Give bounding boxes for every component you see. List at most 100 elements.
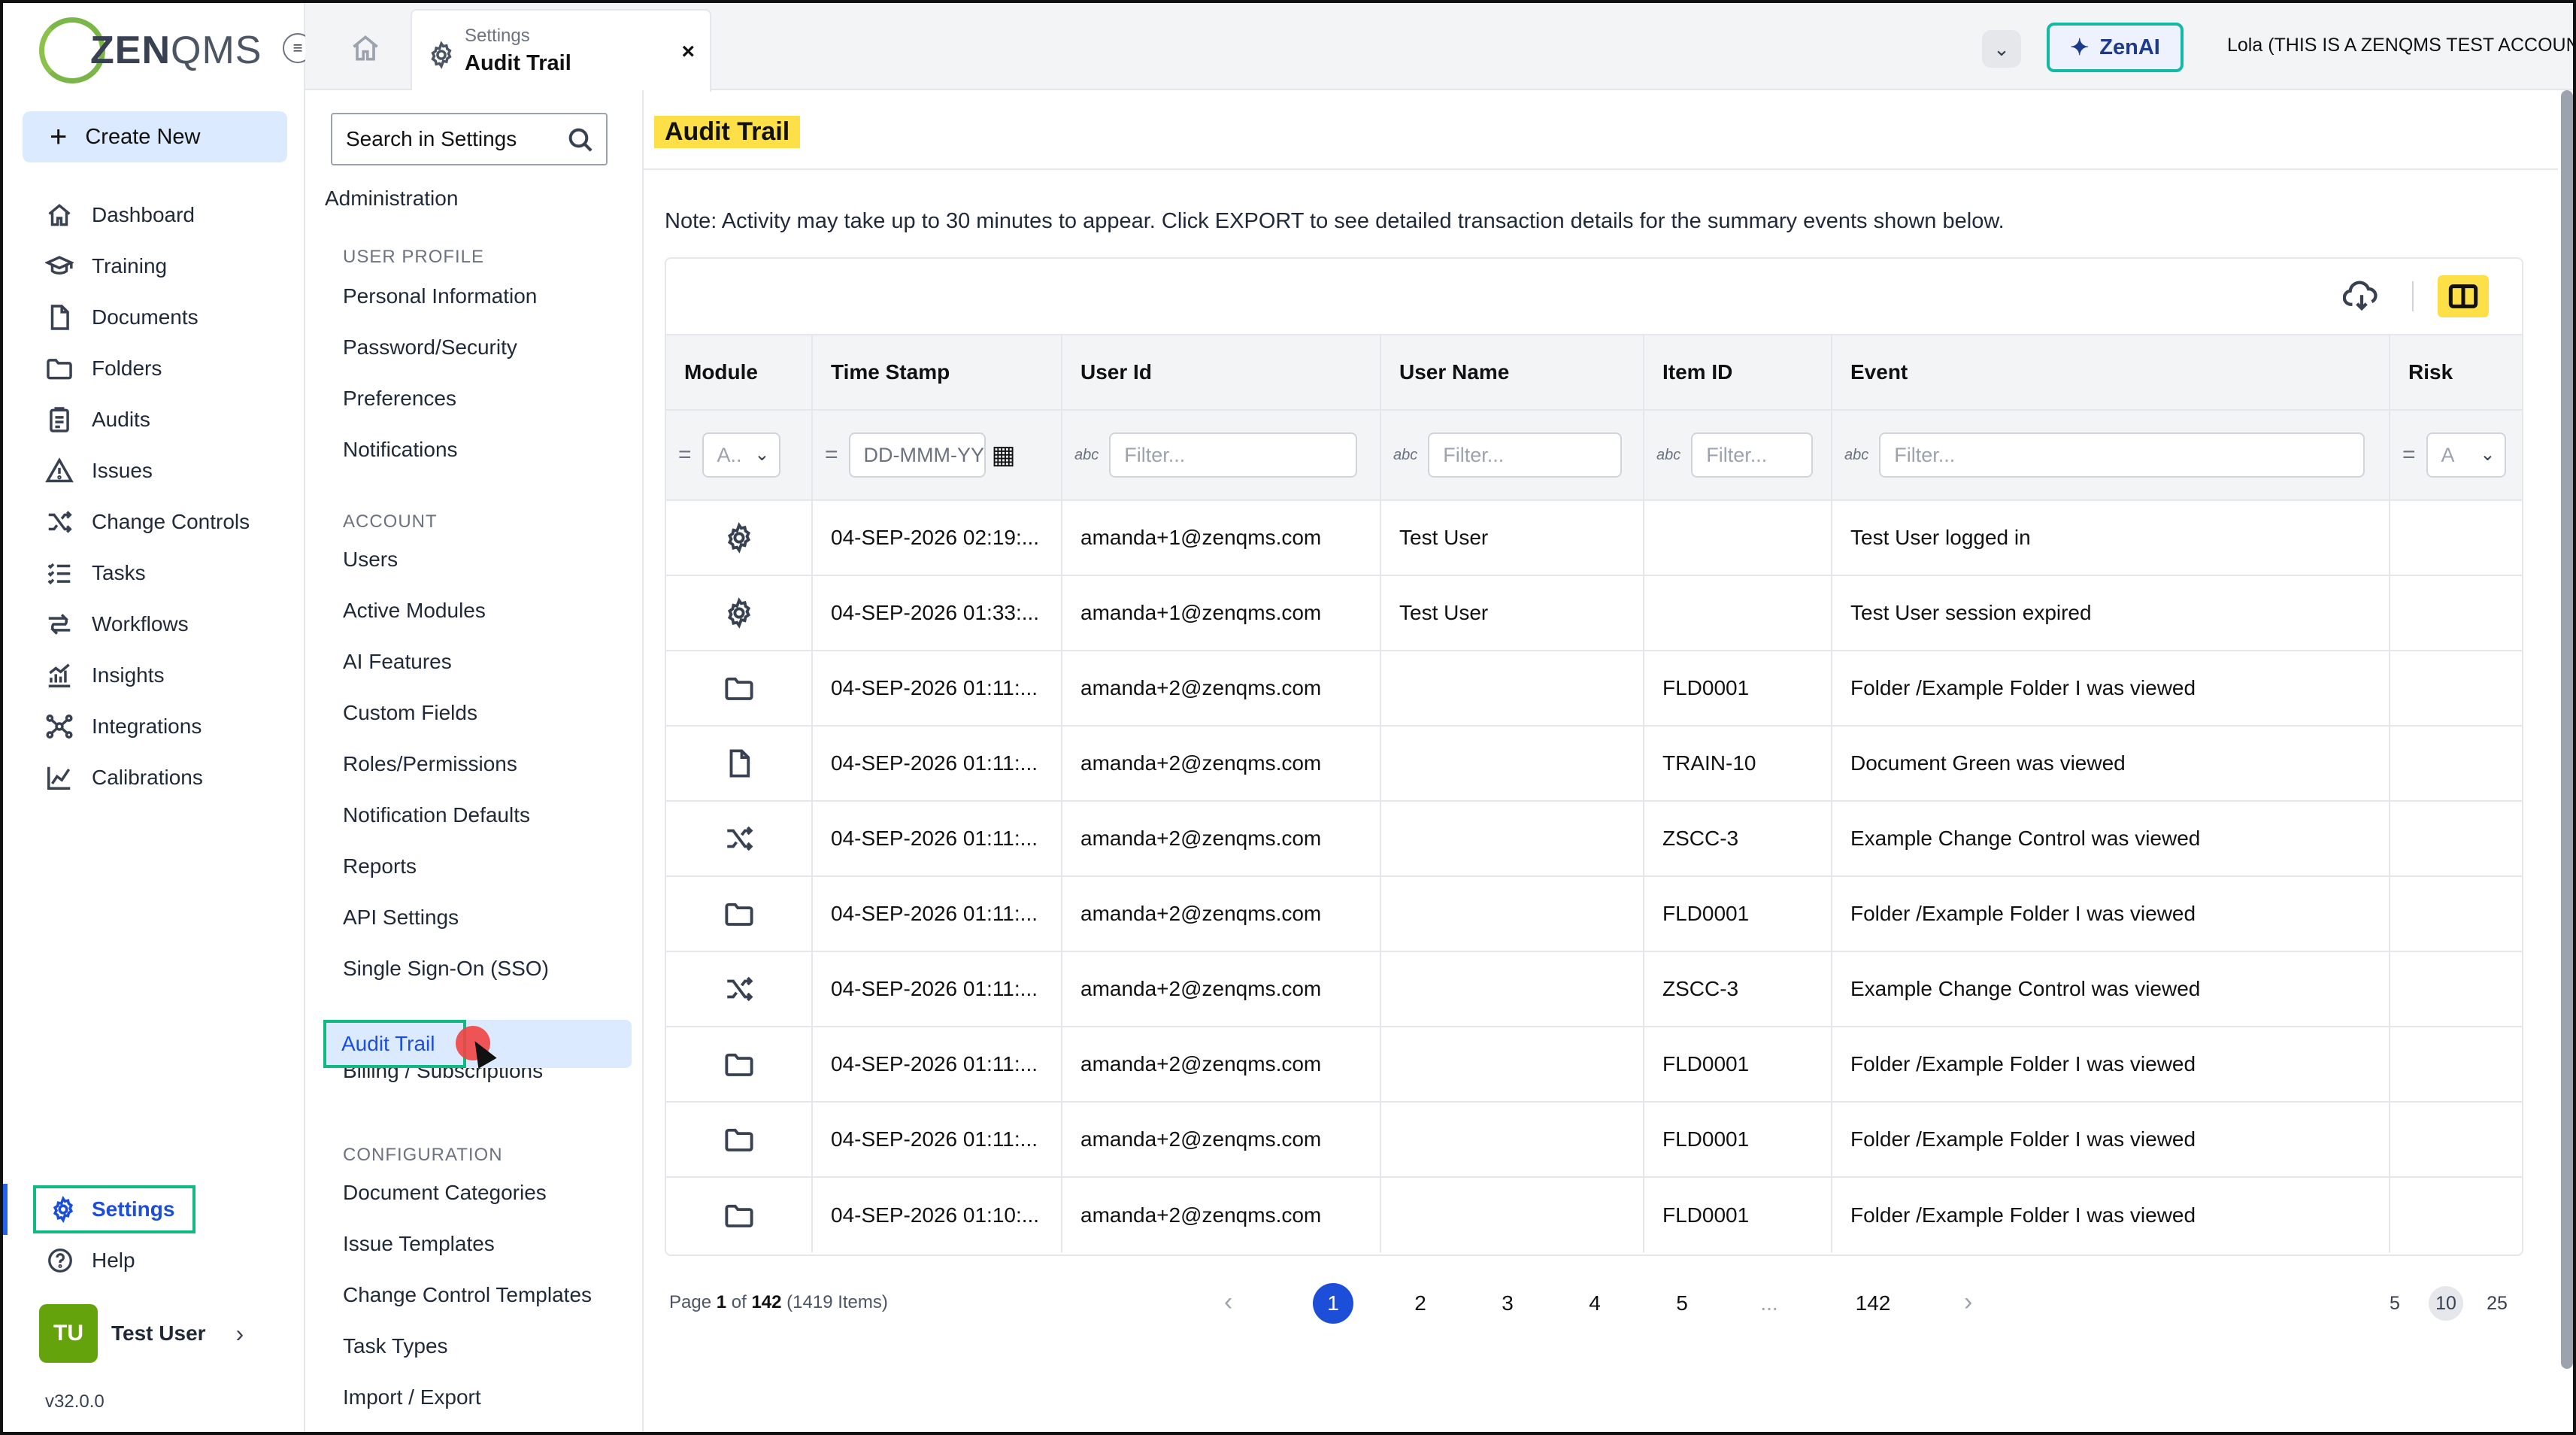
settings-item-notifications[interactable]: Notifications bbox=[343, 438, 458, 462]
module-filter-select[interactable]: A.. ⌄ bbox=[702, 432, 780, 478]
nav-item-tasks[interactable]: Tasks bbox=[45, 548, 250, 599]
settings-item-api-settings[interactable]: API Settings bbox=[343, 906, 459, 930]
page-button[interactable]: 142 bbox=[1853, 1283, 1893, 1324]
nav-item-help[interactable]: Help bbox=[47, 1236, 135, 1285]
tab-audit-trail[interactable]: Settings Audit Trail × bbox=[411, 9, 711, 92]
page-button[interactable]: 5 bbox=[1662, 1283, 1702, 1324]
page-button[interactable]: 3 bbox=[1487, 1283, 1528, 1324]
module-cell bbox=[666, 575, 813, 651]
account-name[interactable]: Lola (THIS IS A ZENQMS TEST ACCOUNT) bbox=[2227, 35, 2576, 56]
page-button[interactable]: 2 bbox=[1400, 1283, 1441, 1324]
settings-item-users[interactable]: Users bbox=[343, 548, 398, 572]
settings-search-input[interactable]: Search in Settings bbox=[331, 113, 608, 165]
column-header-time-stamp[interactable]: Time Stamp bbox=[812, 334, 1062, 410]
table-row[interactable]: 04-SEP-2026 01:11:... amanda+2@zenqms.com… bbox=[666, 875, 2522, 951]
zenai-button[interactable]: ✦ ZenAI bbox=[2047, 23, 2184, 72]
nav-item-issues[interactable]: Issues bbox=[45, 445, 250, 496]
column-header-risk[interactable]: Risk bbox=[2390, 334, 2522, 410]
module-cell bbox=[666, 1176, 813, 1252]
settings-item-ai-features[interactable]: AI Features bbox=[343, 650, 452, 674]
userid-filter-input[interactable]: Filter... bbox=[1109, 432, 1358, 478]
username-filter-input[interactable]: Filter... bbox=[1428, 432, 1623, 478]
nav-item-dashboard[interactable]: Dashboard bbox=[45, 190, 250, 241]
home-tab-button[interactable] bbox=[349, 32, 382, 65]
settings-item-single-sign-on-sso[interactable]: Single Sign-On (SSO) bbox=[343, 957, 549, 981]
zenqms-logo[interactable]: ZENQMS bbox=[39, 17, 262, 84]
chevron-left-icon[interactable]: ‹ bbox=[1224, 1288, 1232, 1317]
nav-item-workflows[interactable]: Workflows bbox=[45, 599, 250, 650]
column-header-item-id[interactable]: Item ID bbox=[1644, 334, 1832, 410]
settings-item-roles-permissions[interactable]: Roles/Permissions bbox=[343, 752, 517, 776]
page-button[interactable]: 1 bbox=[1313, 1283, 1353, 1324]
table-row[interactable]: 04-SEP-2026 01:11:... amanda+2@zenqms.com… bbox=[666, 951, 2522, 1027]
timestamp-filter-input[interactable]: DD-MMM-YY bbox=[848, 432, 986, 478]
nav-item-documents[interactable]: Documents bbox=[45, 292, 250, 343]
settings-item-preferences[interactable]: Preferences bbox=[343, 387, 456, 411]
settings-item-import-export[interactable]: Import / Export bbox=[343, 1385, 481, 1409]
column-header-user-name[interactable]: User Name bbox=[1380, 334, 1644, 410]
table-row[interactable]: 04-SEP-2026 01:33:... amanda+1@zenqms.com… bbox=[666, 575, 2522, 651]
settings-item-audit-trail[interactable]: Audit Trail bbox=[323, 1020, 466, 1068]
nav-item-training[interactable]: Training bbox=[45, 241, 250, 292]
table-row[interactable]: 04-SEP-2026 01:10:... amanda+2@zenqms.com… bbox=[666, 1176, 2522, 1252]
settings-item-change-control-templates[interactable]: Change Control Templates bbox=[343, 1283, 592, 1307]
user-name-cell bbox=[1380, 1026, 1644, 1102]
settings-item-task-types[interactable]: Task Types bbox=[343, 1334, 448, 1358]
scrollbar[interactable] bbox=[2561, 90, 2573, 1369]
settings-item-personal-information[interactable]: Personal Information bbox=[343, 284, 537, 308]
table-header-row: Module Time Stamp User Id User Name Item ID E… bbox=[666, 334, 2522, 410]
search-placeholder: Search in Settings bbox=[346, 127, 517, 150]
calendar-icon[interactable]: ▦ bbox=[992, 441, 1016, 469]
user-menu[interactable]: TU Test User › bbox=[39, 1304, 244, 1363]
chevron-down-icon[interactable]: ⌄ bbox=[1982, 30, 2021, 68]
nav-item-folders[interactable]: Folders bbox=[45, 343, 250, 394]
settings-item-document-categories[interactable]: Document Categories bbox=[343, 1181, 547, 1205]
settings-item-notification-defaults[interactable]: Notification Defaults bbox=[343, 803, 530, 827]
export-download-icon[interactable] bbox=[2342, 280, 2381, 313]
column-header-module[interactable]: Module bbox=[666, 334, 813, 410]
nav-item-audits[interactable]: Audits bbox=[45, 394, 250, 445]
nav-item-insights[interactable]: Insights bbox=[45, 650, 250, 701]
create-new-button[interactable]: + Create New bbox=[23, 111, 287, 162]
nav-item-label: Documents bbox=[92, 305, 199, 329]
clipboard-icon bbox=[50, 407, 69, 432]
chevron-right-icon[interactable]: › bbox=[1964, 1288, 1972, 1317]
item-id-cell bbox=[1644, 499, 1832, 575]
nav-item-settings[interactable]: Settings bbox=[33, 1185, 195, 1233]
chevron-down-icon: ⌄ bbox=[2480, 444, 2496, 465]
page-size-option[interactable]: 5 bbox=[2377, 1286, 2412, 1321]
user-id-cell: amanda+2@zenqms.com bbox=[1062, 725, 1381, 801]
event-filter-input[interactable]: Filter... bbox=[1879, 432, 2365, 478]
table-row[interactable]: 04-SEP-2026 01:11:... amanda+2@zenqms.com… bbox=[666, 1101, 2522, 1177]
item-id-cell: TRAIN-10 bbox=[1644, 725, 1832, 801]
nav-item-integrations[interactable]: Integrations bbox=[45, 701, 250, 752]
settings-item-password-security[interactable]: Password/Security bbox=[343, 335, 517, 360]
settings-item-issue-templates[interactable]: Issue Templates bbox=[343, 1232, 495, 1256]
module-cell bbox=[666, 725, 813, 801]
audit-table: Module Time Stamp User Id User Name Item ID E… bbox=[666, 334, 2522, 1252]
settings-item-reports[interactable]: Reports bbox=[343, 854, 417, 878]
filter-row: = A.. ⌄ = DD-MMM-YY ▦ abc Filter... abc Filter… bbox=[666, 409, 2522, 500]
settings-item-active-modules[interactable]: Active Modules bbox=[343, 599, 486, 623]
itemid-filter-input[interactable]: Filter... bbox=[1691, 432, 1814, 478]
close-icon[interactable]: × bbox=[681, 39, 695, 65]
column-header-user-id[interactable]: User Id bbox=[1062, 334, 1381, 410]
page-button[interactable]: 4 bbox=[1574, 1283, 1615, 1324]
page-title: Audit Trail bbox=[654, 116, 801, 148]
risk-filter-select[interactable]: A ⌄ bbox=[2426, 432, 2506, 478]
text-filter-icon: abc bbox=[1844, 446, 1869, 463]
page-size-option[interactable]: 10 bbox=[2429, 1286, 2463, 1321]
timestamp-cell: 04-SEP-2026 01:10:... bbox=[812, 1176, 1062, 1252]
column-header-event[interactable]: Event bbox=[1832, 334, 2390, 410]
page-size-option[interactable]: 25 bbox=[2480, 1286, 2514, 1321]
nav-item-change-controls[interactable]: Change Controls bbox=[45, 496, 250, 548]
column-chooser-button[interactable] bbox=[2438, 275, 2489, 317]
table-row[interactable]: 04-SEP-2026 02:19:... amanda+1@zenqms.com… bbox=[666, 499, 2522, 575]
table-row[interactable]: 04-SEP-2026 01:11:... amanda+2@zenqms.com… bbox=[666, 800, 2522, 876]
table-row[interactable]: 04-SEP-2026 01:11:... amanda+2@zenqms.com… bbox=[666, 650, 2522, 726]
table-row[interactable]: 04-SEP-2026 01:11:... amanda+2@zenqms.com… bbox=[666, 725, 2522, 801]
nav-item-calibrations[interactable]: Calibrations bbox=[45, 752, 250, 803]
settings-item-custom-fields[interactable]: Custom Fields bbox=[343, 701, 477, 725]
user-name-cell: Test User bbox=[1380, 499, 1644, 575]
table-row[interactable]: 04-SEP-2026 01:11:... amanda+2@zenqms.com… bbox=[666, 1026, 2522, 1102]
